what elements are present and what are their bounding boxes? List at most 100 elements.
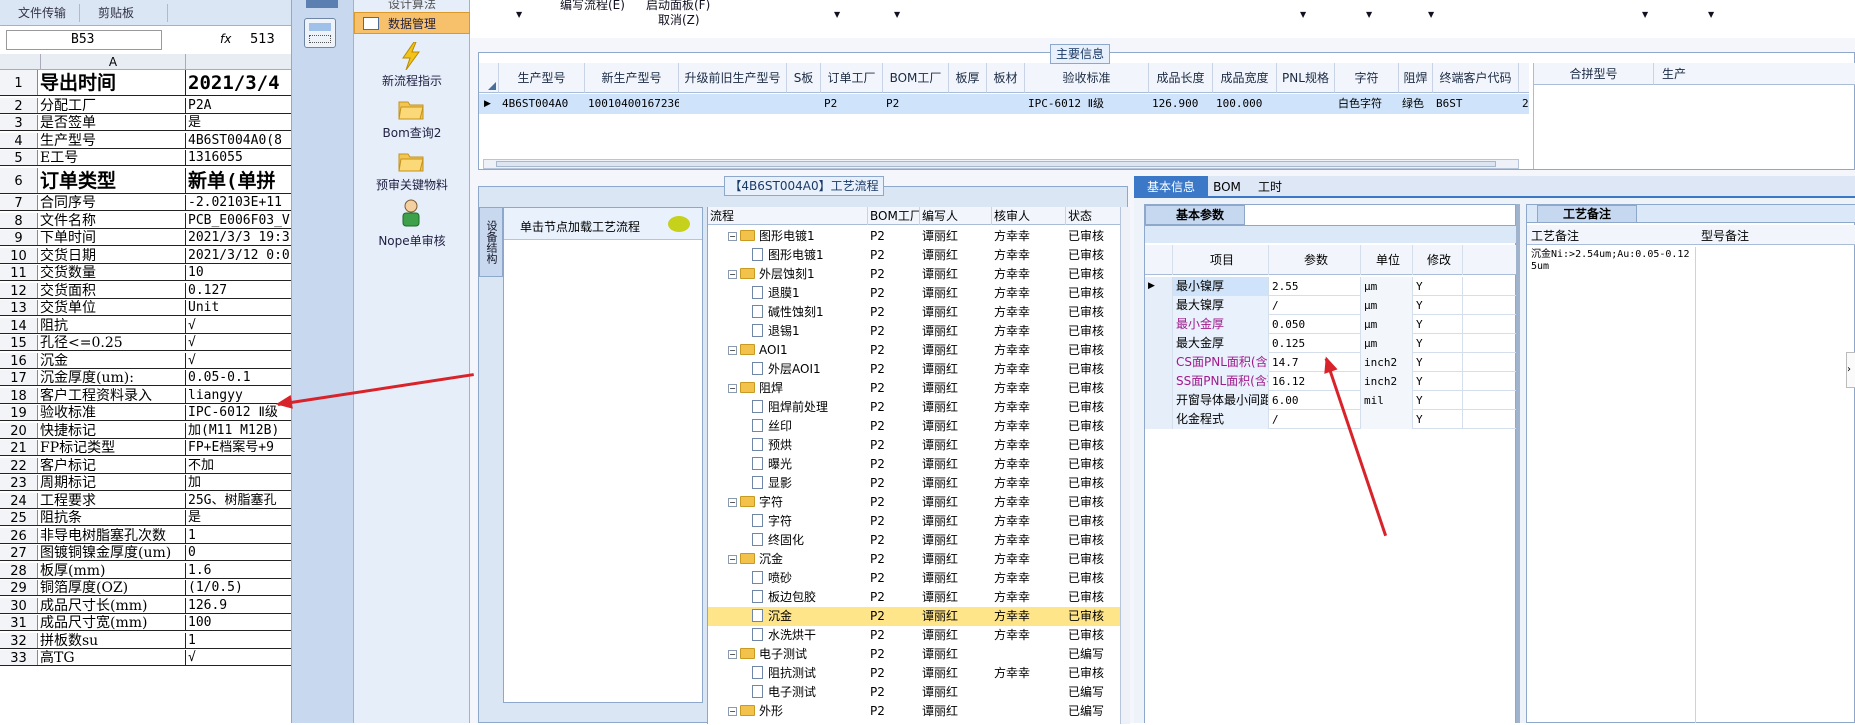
tree-node[interactable]: 字符 P2 谭丽红 方幸幸 已审核 [708,512,1122,531]
sheet-row[interactable]: 33 高TG √ [0,650,291,666]
collapse-icon[interactable]: − [728,707,737,716]
col-header[interactable]: 验收标准 [1025,63,1149,93]
col-header[interactable]: 新生产型号 [585,63,679,93]
sheet-row[interactable]: 18 客户工程资料录入 liangyy [0,387,291,404]
param-value[interactable]: 16.12 [1269,372,1361,391]
row-selector[interactable] [1145,315,1173,334]
row-selector[interactable] [1145,372,1173,391]
cell-b[interactable]: 是 [188,510,291,525]
sheet-row[interactable]: 28 板厚(mm) 1.6 [0,562,291,579]
sheet-row[interactable]: 11 交货数量 10 [0,265,291,281]
cell-b[interactable]: 126.9 [188,598,291,613]
toolbar-edit-process[interactable]: 编写流程(E) [560,0,625,13]
col-header[interactable]: 阻焊 [1399,63,1433,93]
sheet-row[interactable]: 2 分配工厂 P2A [0,97,291,114]
col-header[interactable]: 参数 [1269,245,1361,275]
sheet-row[interactable]: 14 阻抗 √ [0,317,291,334]
tab-basic-info[interactable]: 基本信息 [1134,176,1208,198]
row-selector[interactable] [1145,353,1173,372]
row-number[interactable]: 23 [0,475,38,491]
sheet-row[interactable]: 20 快捷标记 加(M11 M12B) [0,422,291,439]
row-number[interactable]: 29 [0,580,38,596]
param-modify[interactable]: Y [1413,353,1463,372]
row-selector[interactable] [1145,410,1173,429]
lightning-icon[interactable] [400,41,422,71]
tree-node[interactable]: 沉金 P2 谭丽红 方幸幸 已审核 [708,607,1122,626]
cell-a[interactable]: 生产型号 [40,132,186,148]
row-number[interactable]: 10 [0,247,38,264]
cell-b[interactable]: 10 [188,265,291,280]
cell-b[interactable]: 加 [188,475,291,490]
cell-b[interactable]: P2A [188,98,291,113]
dropdown-arrow-icon[interactable]: ▼ [1300,10,1306,19]
cell-b[interactable]: 100 [188,615,291,630]
col-header[interactable]: 终端客户代码 [1433,63,1519,93]
tree-node[interactable]: 碱性蚀刻1 P2 谭丽红 方幸幸 已审核 [708,303,1122,322]
folder-open-icon[interactable] [398,98,424,120]
param-value[interactable]: 0.125 [1269,334,1361,353]
row-number[interactable]: 5 [0,150,38,166]
column-header-a[interactable]: A [40,54,186,70]
col-header[interactable]: PNL规格 [1277,63,1335,93]
cell-a[interactable]: 交货单位 [40,300,186,315]
menu-item-bom-query[interactable]: Bom查询2 [354,124,470,140]
row-number[interactable]: 32 [0,632,38,649]
row-number[interactable]: 2 [0,97,38,114]
tree-node[interactable]: 退膜1 P2 谭丽红 方幸幸 已审核 [708,284,1122,303]
col-header[interactable]: 板材 [987,63,1025,93]
param-modify[interactable]: Y [1413,391,1463,410]
param-row[interactable]: 最小金厚 0.050 μm Y [1145,315,1517,334]
row-number[interactable]: 7 [0,195,38,211]
cell-b[interactable]: PCB_E006F03_V [188,213,291,228]
col-header-production[interactable]: 生产 [1654,63,1855,85]
row-selector[interactable] [1145,391,1173,410]
cell-b[interactable]: √ [188,650,291,665]
row-number[interactable]: 24 [0,492,38,509]
sheet-row[interactable]: 9 下单时间 2021/3/3 19:3 [0,230,291,246]
tree-node[interactable]: 显影 P2 谭丽红 方幸幸 已审核 [708,474,1122,493]
sheet-row[interactable]: 25 阻抗条是 [0,510,291,526]
cell[interactable] [1277,94,1335,114]
row-number[interactable]: 11 [0,265,38,281]
cell-a[interactable]: 孔径<=0.25 [40,335,186,350]
cell-b[interactable]: 新单(单拼 [188,168,291,193]
cell-a[interactable]: 高TG [40,650,186,665]
tree-node[interactable]: 退锡1 P2 谭丽红 方幸幸 已审核 [708,322,1122,341]
sheet-row[interactable]: 5 E工号 1316055 [0,150,291,166]
cell-b[interactable]: 是 [188,115,291,130]
cell-a[interactable]: 板厚(mm) [40,562,186,578]
cell-b[interactable]: √ [188,353,291,368]
tree-node[interactable]: 电子测试 P2 谭丽红 已编写 [708,683,1122,702]
collapse-icon[interactable]: − [728,232,737,241]
tree-node[interactable]: − 图形电镀1 P2 谭丽红 方幸幸 已审核 [708,227,1122,246]
menu-item-new-process[interactable]: 新流程指示 [354,72,470,88]
tree-node[interactable]: − AOI1 P2 谭丽红 方幸幸 已审核 [708,341,1122,360]
cell-a[interactable]: 文件名称 [40,212,186,228]
cell-b[interactable]: 1.6 [188,563,291,578]
tree-node[interactable]: 板边包胶 P2 谭丽红 方幸幸 已审核 [708,588,1122,607]
tree-node[interactable]: 水洗烘干 P2 谭丽红 方幸幸 已审核 [708,626,1122,645]
cell[interactable]: 绿色 [1399,94,1433,114]
row-number[interactable]: 12 [0,282,38,299]
cell-b[interactable]: 1 [188,633,291,648]
cell[interactable]: 126.900 [1149,94,1213,114]
row-number[interactable]: 14 [0,317,38,334]
cell-b[interactable]: 2021/3/4 [188,70,291,95]
param-value[interactable]: 6.00 [1269,391,1361,410]
cell[interactable]: 2021/3/3 [1519,94,1529,114]
cell-a[interactable]: 拼板数su [40,632,186,648]
toolbar-cancel[interactable]: 取消(Z) [658,11,700,28]
param-row[interactable]: 最大金厚 0.125 μm Y [1145,334,1517,353]
side-tab-equipment[interactable]: 设备结构 [479,207,503,277]
cell-b[interactable]: 0.127 [188,283,291,298]
cell-a[interactable]: 铜箔厚度(OZ) [40,580,186,595]
horizontal-scrollbar[interactable] [483,159,1519,169]
sheet-row[interactable]: 10 交货日期 2021/3/12 0:0 [0,247,291,264]
user-icon[interactable] [400,198,422,228]
col-header[interactable]: 板厚 [949,63,987,93]
param-modify[interactable]: Y [1413,296,1463,315]
tree-node[interactable]: 外层AOI1 P2 谭丽红 方幸幸 已审核 [708,360,1122,379]
cell[interactable]: 100.000 [1213,94,1277,114]
cell-a[interactable]: 阻抗 [40,317,186,333]
row-number[interactable]: 19 [0,405,38,421]
